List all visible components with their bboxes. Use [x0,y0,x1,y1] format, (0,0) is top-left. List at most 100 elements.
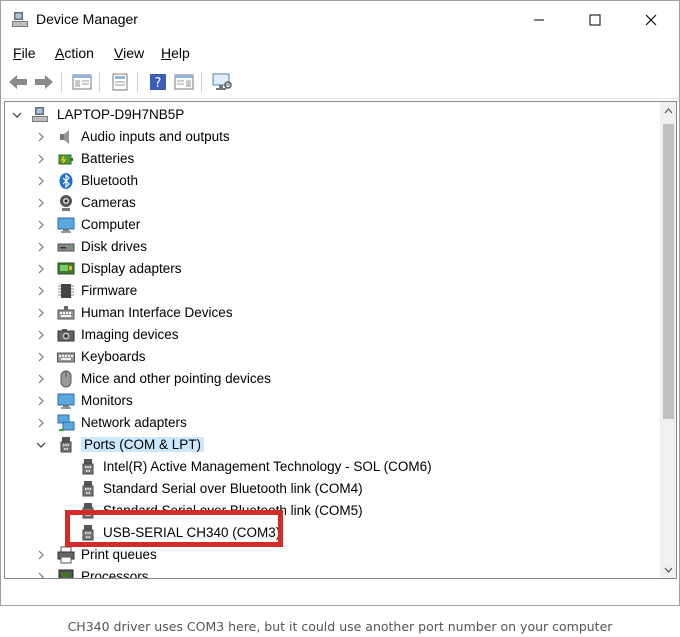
printer-icon [57,546,75,564]
menu-bar: File Action View Help [1,41,679,65]
tree-item-audio[interactable]: Audio inputs and outputs [5,126,659,148]
device-tree: LAPTOP-D9H7NB5P Audio inputs and outputs… [5,102,659,578]
menu-action[interactable]: Action [55,45,94,61]
tree-item-label: Monitors [81,393,133,408]
network-adapter-icon [57,414,75,432]
toolbar-separator [61,72,62,92]
monitor-icon [57,216,75,234]
port-device-label: Standard Serial over Bluetooth link (COM… [103,481,363,496]
title-bar[interactable]: Device Manager [1,1,679,39]
vertical-scrollbar[interactable] [660,102,676,578]
image-caption: CH340 driver uses COM3 here, but it coul… [67,619,613,634]
expand-chevron-icon[interactable] [35,570,47,578]
expand-chevron-icon[interactable] [35,548,47,562]
tree-item-batteries[interactable]: Batteries [5,148,659,170]
tree-item-label: Cameras [81,195,136,210]
toolbar: ? [1,65,679,99]
port-device-item[interactable]: Standard Serial over Bluetooth link (COM… [5,478,659,500]
tree-item-firmware[interactable]: Firmware [5,280,659,302]
tree-item-ports[interactable]: Ports (COM & LPT) [5,434,659,456]
expand-chevron-icon[interactable] [35,328,47,342]
maximize-button[interactable] [567,1,623,39]
scroll-up-arrow-icon[interactable] [660,102,676,119]
battery-icon [57,150,75,168]
scroll-down-arrow-icon[interactable] [660,561,676,578]
expand-chevron-icon[interactable] [35,240,47,254]
properties-icon[interactable] [109,71,131,93]
expand-chevron-icon[interactable] [35,284,47,298]
expand-chevron-icon[interactable] [35,130,47,144]
tree-item-processors[interactable]: Processors [5,566,659,578]
expand-chevron-icon[interactable] [35,262,47,276]
port-device-item[interactable]: Intel(R) Active Management Technology - … [5,456,659,478]
disk-drive-icon [57,238,75,256]
collapse-chevron-icon[interactable] [11,108,23,122]
menu-help-accel: H [161,45,172,61]
back-arrow-icon[interactable] [7,71,29,93]
expand-chevron-icon[interactable] [35,394,47,408]
tree-root[interactable]: LAPTOP-D9H7NB5P [5,104,659,126]
tree-item-network-adapters[interactable]: Network adapters [5,412,659,434]
svg-text:?: ? [155,76,162,91]
tree-item-disk-drives[interactable]: Disk drives [5,236,659,258]
tree-item-label: Mice and other pointing devices [81,371,271,386]
tree-item-bluetooth[interactable]: Bluetooth [5,170,659,192]
tree-item-computer[interactable]: Computer [5,214,659,236]
keyboard-icon [57,348,75,366]
expand-chevron-icon[interactable] [35,196,47,210]
expand-chevron-icon[interactable] [35,350,47,364]
device-manager-window: Device Manager File Action View Help ? L… [0,0,680,606]
tree-item-monitors[interactable]: Monitors [5,390,659,412]
port-connector-icon [79,458,97,476]
help-icon[interactable]: ? [147,71,169,93]
tree-item-label: Disk drives [81,239,148,254]
computer-icon [31,106,49,124]
expand-chevron-icon[interactable] [35,174,47,188]
menu-action-accel: A [55,45,65,61]
tree-item-label: Bluetooth [81,173,139,188]
scan-hardware-monitor-icon[interactable] [211,71,233,93]
tree-item-label: Processors [81,569,149,578]
expand-chevron-icon[interactable] [35,152,47,166]
scrollbar-thumb[interactable] [663,124,674,419]
tree-item-label: Imaging devices [81,327,179,342]
forward-arrow-icon[interactable] [33,71,55,93]
expand-chevron-icon[interactable] [35,372,47,386]
processor-icon [57,568,75,578]
display-adapter-icon [57,260,75,278]
tree-item-label: Human Interface Devices [81,305,233,320]
tree-item-label: Display adapters [81,261,182,276]
monitor-icon [57,392,75,410]
tree-item-cameras[interactable]: Cameras [5,192,659,214]
toolbar-separator [99,72,100,92]
menu-view-accel: V [114,45,124,61]
menu-file-label: ile [21,45,36,61]
minimize-button[interactable] [511,1,567,39]
tree-root-label: LAPTOP-D9H7NB5P [57,107,185,122]
tree-item-keyboards[interactable]: Keyboards [5,346,659,368]
menu-view[interactable]: View [114,45,144,61]
expand-chevron-icon[interactable] [35,306,47,320]
menu-view-label: iew [123,45,145,61]
tree-item-display-adapters[interactable]: Display adapters [5,258,659,280]
collapse-chevron-icon[interactable] [35,438,47,452]
menu-file[interactable]: File [13,45,36,61]
tree-item-label: Computer [81,217,141,232]
tree-item-print-queues[interactable]: Print queues [5,544,659,566]
tree-item-hid[interactable]: Human Interface Devices [5,302,659,324]
port-device-label: Intel(R) Active Management Technology - … [103,459,432,474]
menu-help[interactable]: Help [161,45,190,61]
expand-chevron-icon[interactable] [35,416,47,430]
expand-chevron-icon[interactable] [35,218,47,232]
camera-icon [57,326,75,344]
show-hide-action-pane-icon[interactable] [173,71,195,93]
device-tree-pane: LAPTOP-D9H7NB5P Audio inputs and outputs… [4,101,677,579]
tree-item-label: Firmware [81,283,138,298]
close-button[interactable] [623,1,679,39]
tree-item-label: Audio inputs and outputs [81,129,230,144]
webcam-icon [57,194,75,212]
tree-item-imaging[interactable]: Imaging devices [5,324,659,346]
tree-item-mice[interactable]: Mice and other pointing devices [5,368,659,390]
show-hide-console-tree-icon[interactable] [71,71,93,93]
menu-help-label: elp [171,45,190,61]
